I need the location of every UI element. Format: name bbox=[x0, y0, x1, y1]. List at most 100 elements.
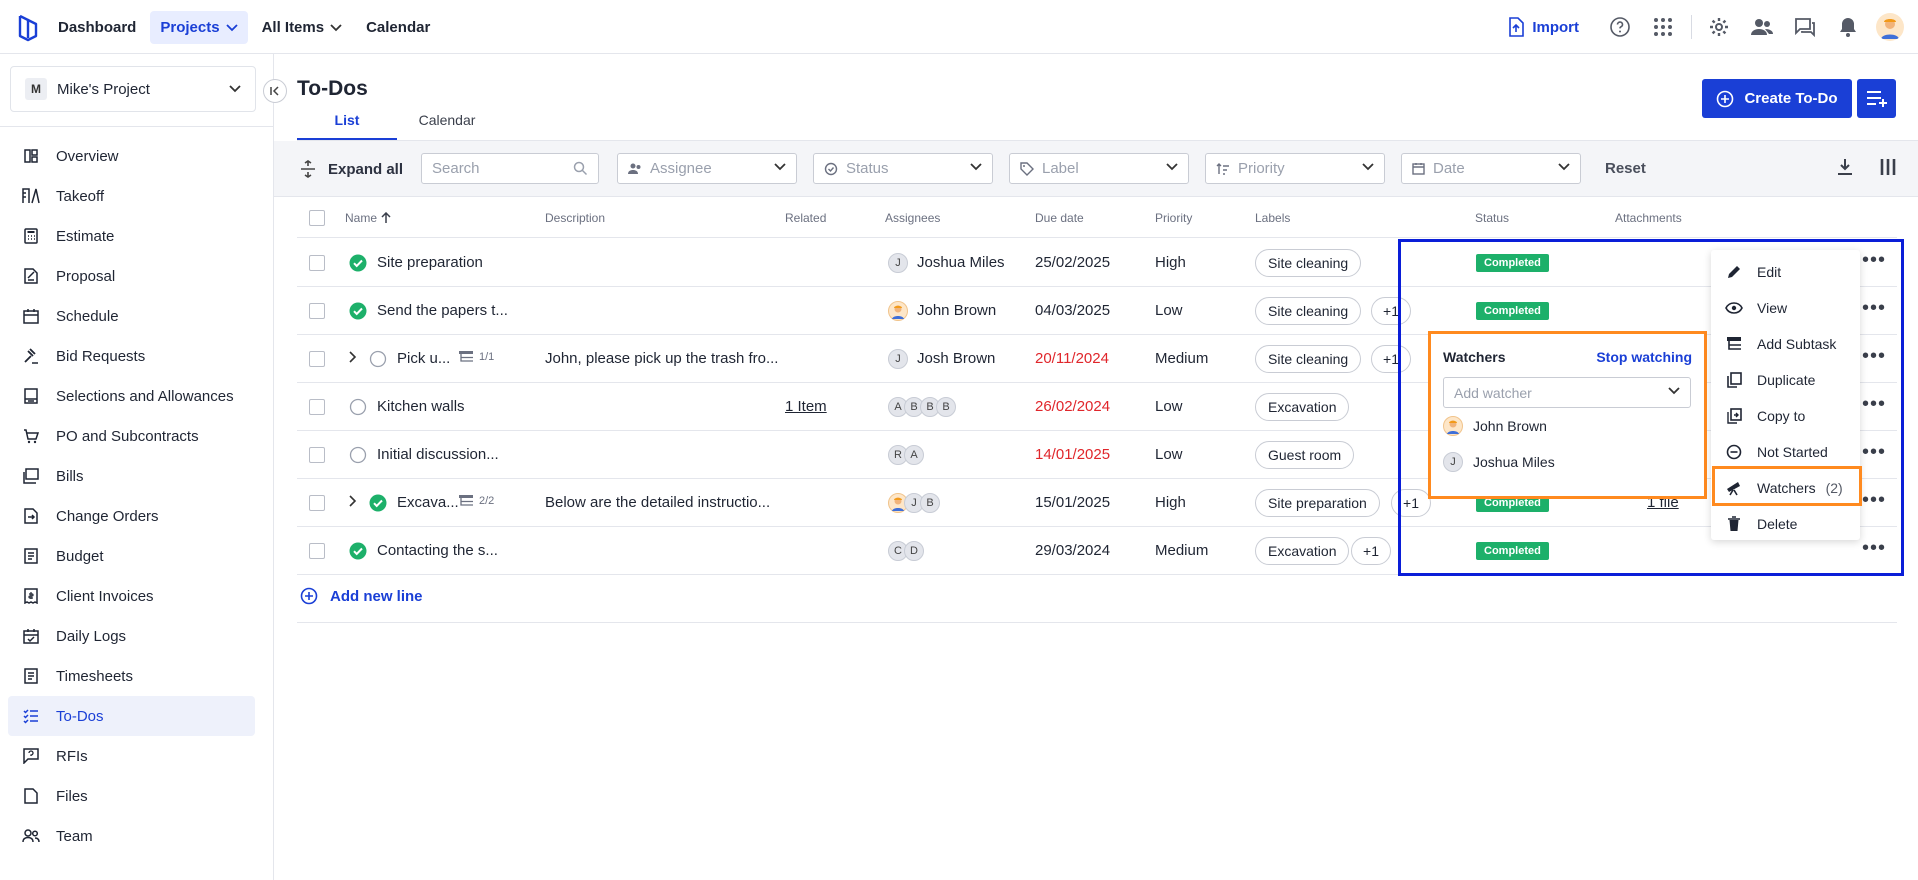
label-chip[interactable]: Site cleaning bbox=[1255, 249, 1362, 277]
sidebar-item-daily-logs[interactable]: Daily Logs bbox=[8, 616, 255, 656]
sidebar-item-schedule[interactable]: Schedule bbox=[8, 296, 255, 336]
status-badge[interactable]: Completed bbox=[1476, 302, 1549, 320]
more-labels-chip[interactable]: +1 bbox=[1371, 297, 1411, 325]
apps-grid-icon[interactable] bbox=[1647, 12, 1679, 42]
todo-name[interactable]: Send the papers t... bbox=[377, 302, 508, 319]
people-icon[interactable] bbox=[1746, 12, 1778, 42]
row-checkbox[interactable] bbox=[309, 255, 325, 271]
import-button[interactable]: Import bbox=[1508, 17, 1579, 37]
sidebar-item-client-invoices[interactable]: Client Invoices bbox=[8, 576, 255, 616]
nav-calendar[interactable]: Calendar bbox=[356, 11, 440, 44]
menu-item-edit[interactable]: Edit bbox=[1711, 254, 1860, 290]
more-options-icon[interactable]: ••• bbox=[1862, 490, 1886, 510]
menu-item-duplicate[interactable]: Duplicate bbox=[1711, 362, 1860, 398]
date-filter[interactable]: Date bbox=[1401, 153, 1581, 184]
status-filter[interactable]: Status bbox=[813, 153, 993, 184]
create-todo-button[interactable]: Create To-Do bbox=[1702, 79, 1852, 118]
tab-list[interactable]: List bbox=[297, 112, 397, 141]
search-input[interactable]: Search bbox=[421, 153, 599, 184]
chevron-right-icon[interactable] bbox=[349, 495, 357, 507]
more-options-icon[interactable]: ••• bbox=[1862, 394, 1886, 414]
row-checkbox[interactable] bbox=[309, 495, 325, 511]
status-badge[interactable]: Completed bbox=[1476, 542, 1549, 560]
sidebar-item-takeoff[interactable]: Takeoff bbox=[8, 176, 255, 216]
label-chip[interactable]: Site preparation bbox=[1255, 489, 1380, 517]
sidebar-item-proposal[interactable]: Proposal bbox=[8, 256, 255, 296]
add-watcher-select[interactable]: Add watcher bbox=[1443, 377, 1691, 408]
completed-check-icon[interactable] bbox=[369, 494, 387, 512]
columns-icon[interactable] bbox=[1880, 158, 1896, 176]
menu-item-copy-to[interactable]: Copy to bbox=[1711, 398, 1860, 434]
stop-watching-button[interactable]: Stop watching bbox=[1596, 349, 1692, 365]
reset-filters-button[interactable]: Reset bbox=[1605, 160, 1646, 177]
menu-item-not-started[interactable]: Not Started bbox=[1711, 434, 1860, 470]
label-chip[interactable]: Site cleaning bbox=[1255, 345, 1362, 373]
menu-item-add-subtask[interactable]: Add Subtask bbox=[1711, 326, 1860, 362]
sidebar-item-estimate[interactable]: Estimate bbox=[8, 216, 255, 256]
more-options-icon[interactable]: ••• bbox=[1862, 442, 1886, 462]
chevron-right-icon[interactable] bbox=[349, 351, 357, 363]
todo-name[interactable]: Pick u... bbox=[397, 350, 450, 367]
help-icon[interactable] bbox=[1604, 12, 1636, 42]
more-labels-chip[interactable]: +1 bbox=[1371, 345, 1411, 373]
sidebar-item-bills[interactable]: Bills bbox=[8, 456, 255, 496]
priority-filter[interactable]: Priority bbox=[1205, 153, 1385, 184]
add-new-line-button[interactable]: Add new line bbox=[300, 587, 423, 605]
not-started-circle-icon[interactable] bbox=[349, 446, 367, 464]
more-options-icon[interactable]: ••• bbox=[1862, 298, 1886, 318]
column-due-date-header[interactable]: Due date bbox=[1035, 211, 1084, 225]
tab-calendar[interactable]: Calendar bbox=[397, 112, 497, 141]
expand-all-button[interactable]: Expand all bbox=[300, 160, 403, 178]
not-started-circle-icon[interactable] bbox=[369, 350, 387, 368]
label-chip[interactable]: Excavation bbox=[1255, 537, 1350, 565]
row-checkbox[interactable] bbox=[309, 399, 325, 415]
sidebar-item-po-and-subcontracts[interactable]: PO and Subcontracts bbox=[8, 416, 255, 456]
download-icon[interactable] bbox=[1836, 158, 1854, 176]
row-checkbox[interactable] bbox=[309, 543, 325, 559]
label-chip[interactable]: Site cleaning bbox=[1255, 297, 1362, 325]
sidebar-item-timesheets[interactable]: Timesheets bbox=[8, 656, 255, 696]
todo-name[interactable]: Excava... bbox=[397, 494, 459, 511]
label-chip[interactable]: Guest room bbox=[1255, 441, 1355, 469]
watcher-item[interactable]: John Brown bbox=[1443, 416, 1547, 436]
watcher-item[interactable]: J Joshua Miles bbox=[1443, 452, 1555, 472]
table-row[interactable]: Contacting the s... C D 29/03/2024 Medium Exc… bbox=[297, 527, 1897, 575]
column-name-header[interactable]: Name bbox=[345, 211, 391, 225]
nav-dashboard[interactable]: Dashboard bbox=[48, 11, 146, 44]
column-status-header[interactable]: Status bbox=[1475, 211, 1509, 225]
sidebar-item-bid-requests[interactable]: Bid Requests bbox=[8, 336, 255, 376]
completed-check-icon[interactable] bbox=[349, 542, 367, 560]
todo-name[interactable]: Contacting the s... bbox=[377, 542, 498, 559]
sidebar-item-selections-and-allowances[interactable]: Selections and Allowances bbox=[8, 376, 255, 416]
assignee-filter[interactable]: Assignee bbox=[617, 153, 797, 184]
more-labels-chip[interactable]: +1 bbox=[1391, 489, 1431, 517]
select-all-checkbox[interactable] bbox=[309, 210, 325, 226]
row-checkbox[interactable] bbox=[309, 447, 325, 463]
not-started-circle-icon[interactable] bbox=[349, 398, 367, 416]
related-items-link[interactable]: 1 Item bbox=[785, 398, 827, 415]
more-labels-chip[interactable]: +1 bbox=[1351, 537, 1391, 565]
bell-icon[interactable] bbox=[1832, 12, 1864, 42]
collapse-sidebar-button[interactable] bbox=[263, 79, 287, 103]
table-row[interactable]: Send the papers t... John Brown 04/03/2025… bbox=[297, 287, 1897, 335]
more-options-icon[interactable]: ••• bbox=[1862, 250, 1886, 270]
sidebar-item-to-dos[interactable]: To-Dos bbox=[8, 696, 255, 736]
todo-name[interactable]: Site preparation bbox=[377, 254, 483, 271]
app-logo-icon[interactable] bbox=[16, 12, 40, 42]
more-options-icon[interactable]: ••• bbox=[1862, 346, 1886, 366]
sidebar-item-team[interactable]: Team bbox=[8, 816, 255, 856]
row-checkbox[interactable] bbox=[309, 351, 325, 367]
sidebar-item-change-orders[interactable]: Change Orders bbox=[8, 496, 255, 536]
label-filter[interactable]: Label bbox=[1009, 153, 1189, 184]
row-checkbox[interactable] bbox=[309, 303, 325, 319]
label-chip[interactable]: Excavation bbox=[1255, 393, 1350, 421]
column-priority-header[interactable]: Priority bbox=[1155, 211, 1192, 225]
nav-all-items[interactable]: All Items bbox=[252, 11, 353, 44]
todo-name[interactable]: Kitchen walls bbox=[377, 398, 465, 415]
user-avatar[interactable] bbox=[1876, 13, 1904, 41]
settings-gear-icon[interactable] bbox=[1703, 12, 1735, 42]
chat-icon[interactable] bbox=[1789, 12, 1821, 42]
completed-check-icon[interactable] bbox=[349, 254, 367, 272]
table-row[interactable]: Site preparation J Joshua Miles 25/02/2025 H… bbox=[297, 239, 1897, 287]
nav-projects[interactable]: Projects bbox=[150, 11, 248, 44]
